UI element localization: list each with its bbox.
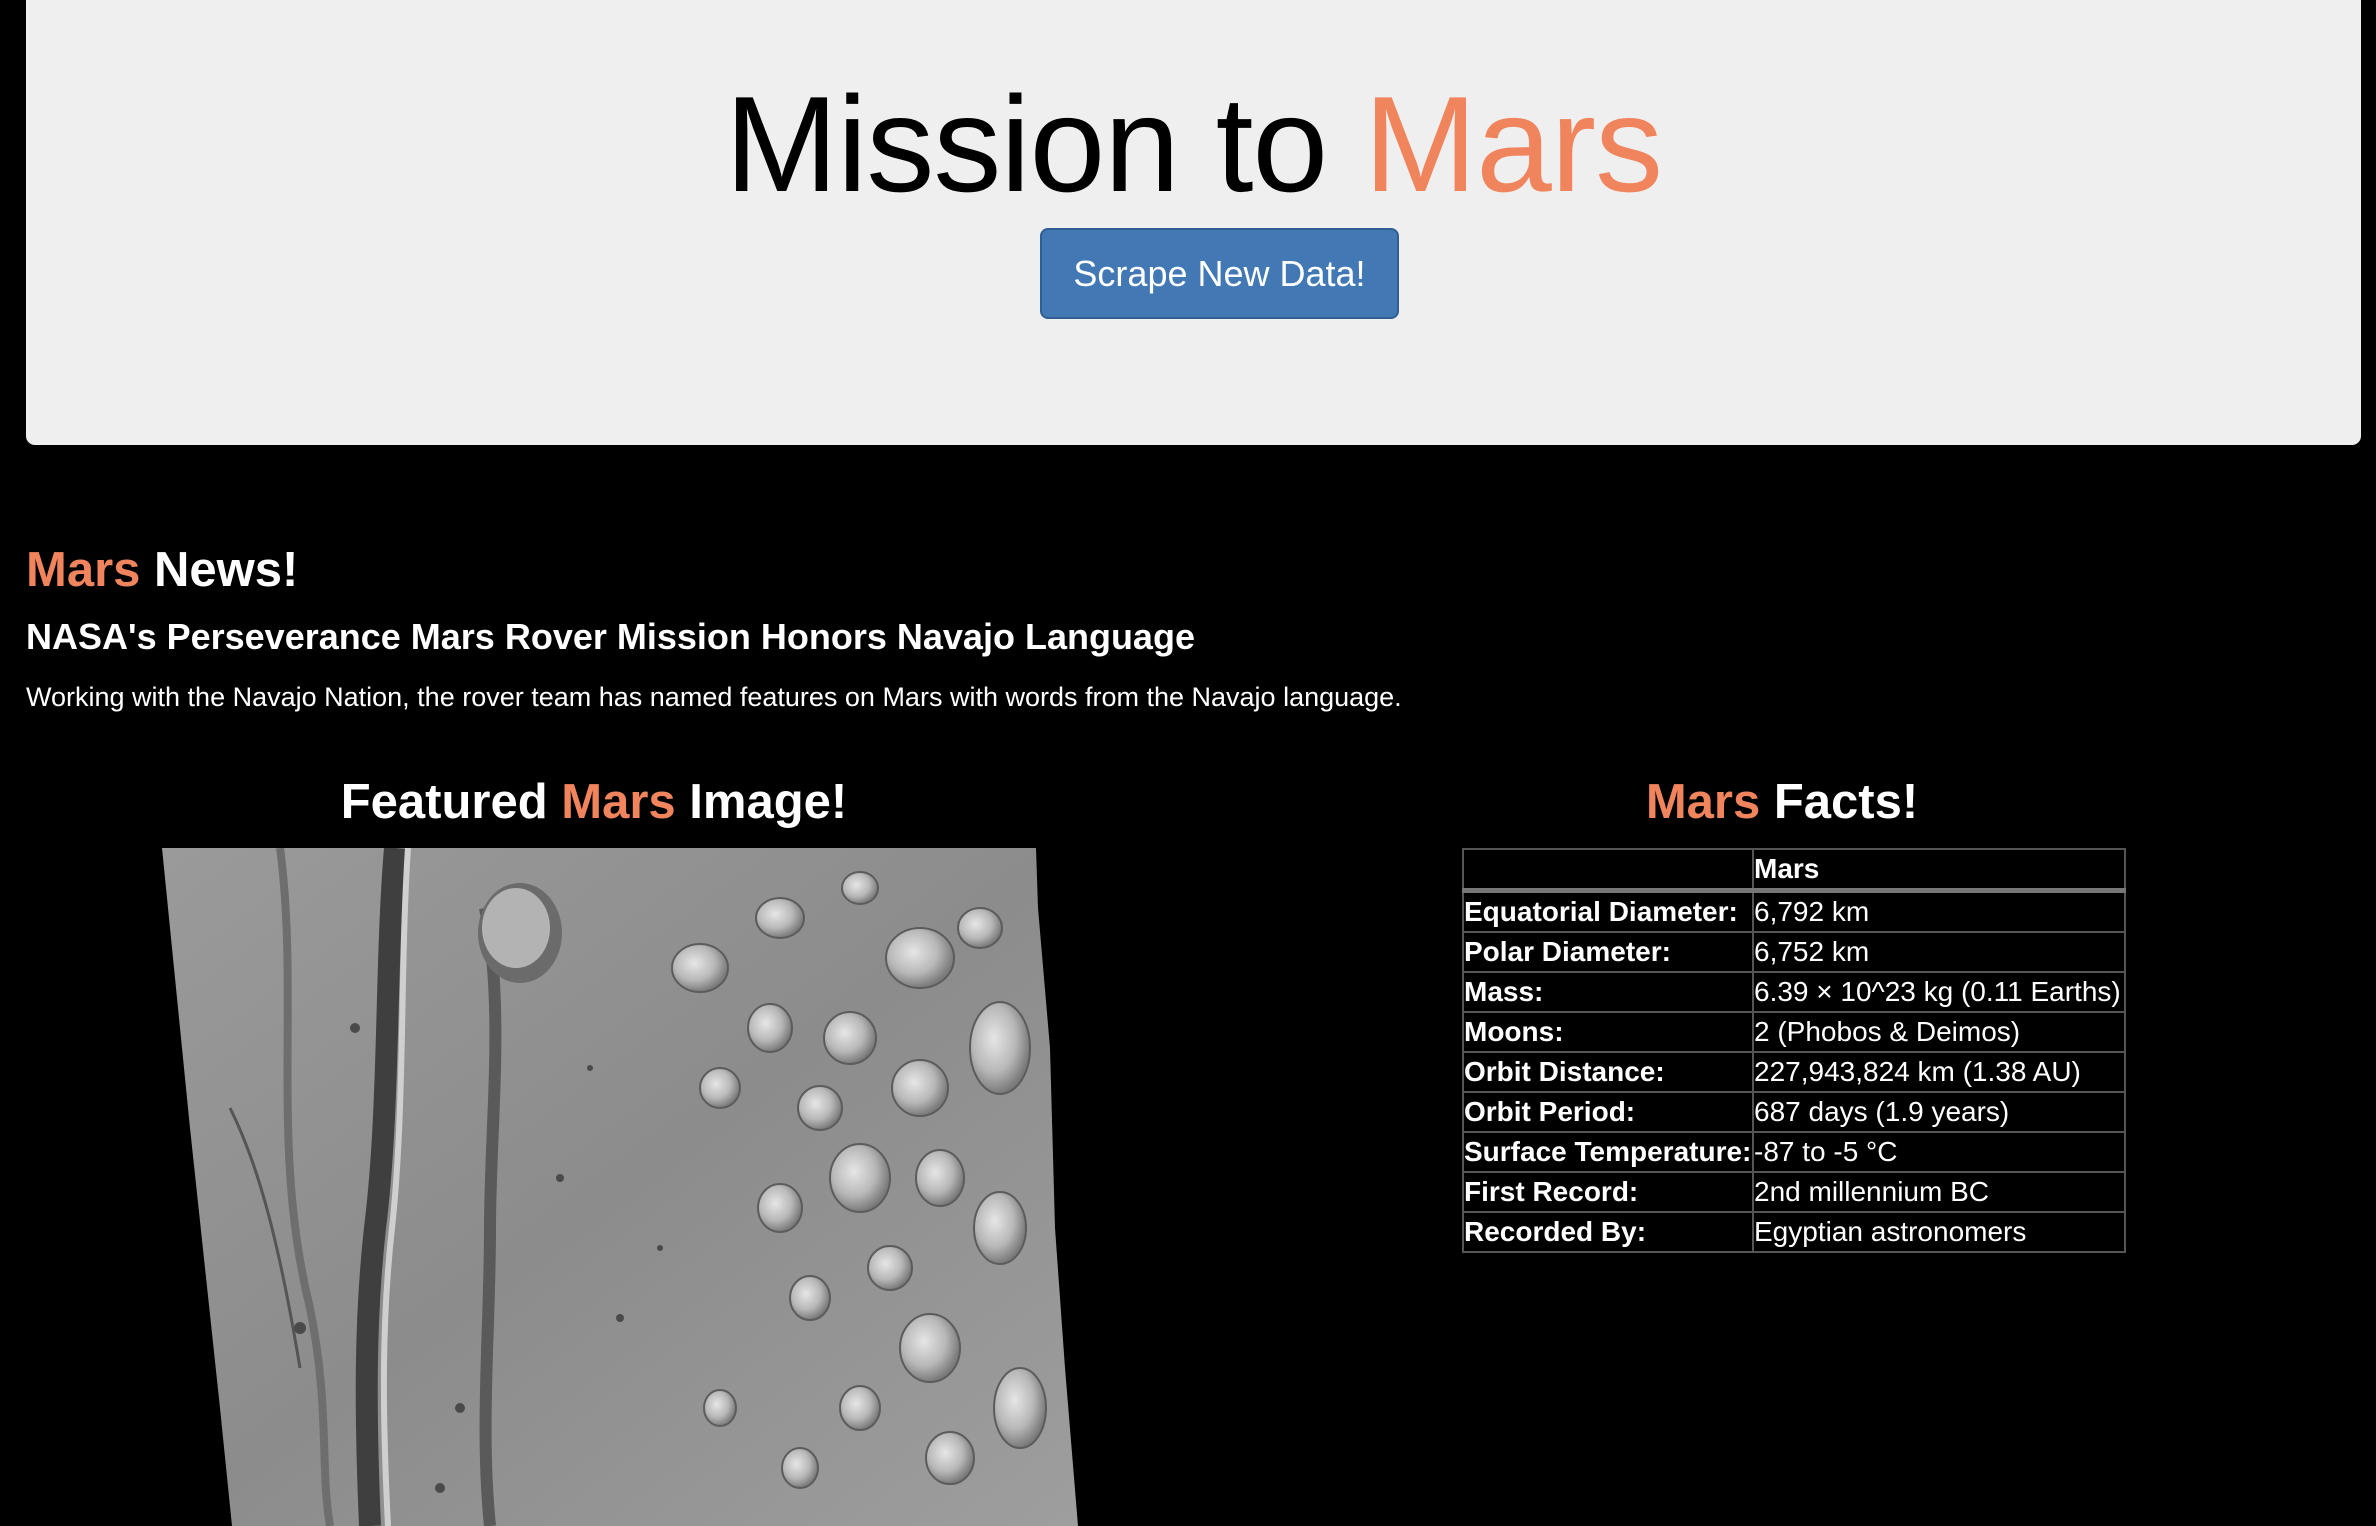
fact-value: 6,752 km (1752, 931, 2126, 973)
news-teaser: Working with the Navajo Nation, the rove… (26, 682, 1402, 712)
fact-label: First Record: (1462, 1171, 1754, 1213)
featured-heading-prefix: Featured (340, 775, 562, 829)
facts-header-blank (1462, 848, 1754, 893)
fact-label: Surface Temperature: (1462, 1131, 1754, 1173)
scrape-new-data-button[interactable]: Scrape New Data! (1040, 228, 1399, 319)
fact-label: Orbit Period: (1462, 1091, 1754, 1133)
facts-heading-accent: Mars (1645, 775, 1761, 829)
jumbotron-header: Mission to Mars Scrape New Data! (26, 0, 2361, 445)
featured-image-heading: Featured Mars Image! (0, 770, 1188, 834)
fact-value: 2nd millennium BC (1752, 1171, 2126, 1213)
table-row: Mass: 6.39 × 10^23 kg (0.11 Earths) (1462, 971, 2126, 1013)
table-row: First Record: 2nd millennium BC (1462, 1171, 2126, 1213)
fact-value: 227,943,824 km (1.38 AU) (1752, 1051, 2126, 1093)
fact-label: Mass: (1462, 971, 1754, 1013)
table-row: Recorded By: Egyptian astronomers (1462, 1211, 2126, 1253)
fact-value: 6.39 × 10^23 kg (0.11 Earths) (1752, 971, 2126, 1013)
news-heading-suffix: News! (140, 543, 299, 597)
fact-value: 687 days (1.9 years) (1752, 1091, 2126, 1133)
featured-mars-image (160, 848, 1112, 1526)
facts-heading-suffix: Facts! (1760, 775, 1919, 829)
table-row: Surface Temperature: -87 to -5 °C (1462, 1131, 2126, 1173)
table-row: Equatorial Diameter: 6,792 km (1462, 889, 2126, 933)
news-heading-accent: Mars (26, 543, 141, 597)
fact-value: Egyptian astronomers (1752, 1211, 2126, 1253)
fact-value: 6,792 km (1752, 889, 2126, 933)
news-heading: Mars News! (26, 540, 298, 600)
table-row: Orbit Distance: 227,943,824 km (1.38 AU) (1462, 1051, 2126, 1093)
news-title: NASA's Perseverance Mars Rover Mission H… (26, 616, 1195, 657)
fact-value: 2 (Phobos & Deimos) (1752, 1011, 2126, 1053)
featured-heading-suffix: Image! (675, 775, 848, 829)
table-row: Polar Diameter: 6,752 km (1462, 931, 2126, 973)
fact-value: -87 to -5 °C (1752, 1131, 2126, 1173)
fact-label: Recorded By: (1462, 1211, 1754, 1253)
page-title: Mission to Mars (26, 64, 2361, 224)
fact-label: Orbit Distance: (1462, 1051, 1754, 1093)
mars-facts-table: Mars Equatorial Diameter: 6,792 km Polar… (1462, 848, 2126, 1253)
table-row: Orbit Period: 687 days (1.9 years) (1462, 1091, 2126, 1133)
facts-table-header-row: Mars (1462, 848, 2126, 893)
table-row: Moons: 2 (Phobos & Deimos) (1462, 1011, 2126, 1053)
facts-heading: Mars Facts! (1188, 770, 2376, 834)
fact-label: Moons: (1462, 1011, 1754, 1053)
fact-label: Polar Diameter: (1462, 931, 1754, 973)
page-title-accent: Mars (1363, 68, 1663, 220)
fact-label: Equatorial Diameter: (1462, 889, 1754, 933)
featured-heading-accent: Mars (561, 775, 676, 829)
page-title-prefix: Mission to (724, 68, 1364, 220)
facts-header-mars: Mars (1752, 848, 2126, 893)
mars-surface-image (162, 848, 1078, 1526)
